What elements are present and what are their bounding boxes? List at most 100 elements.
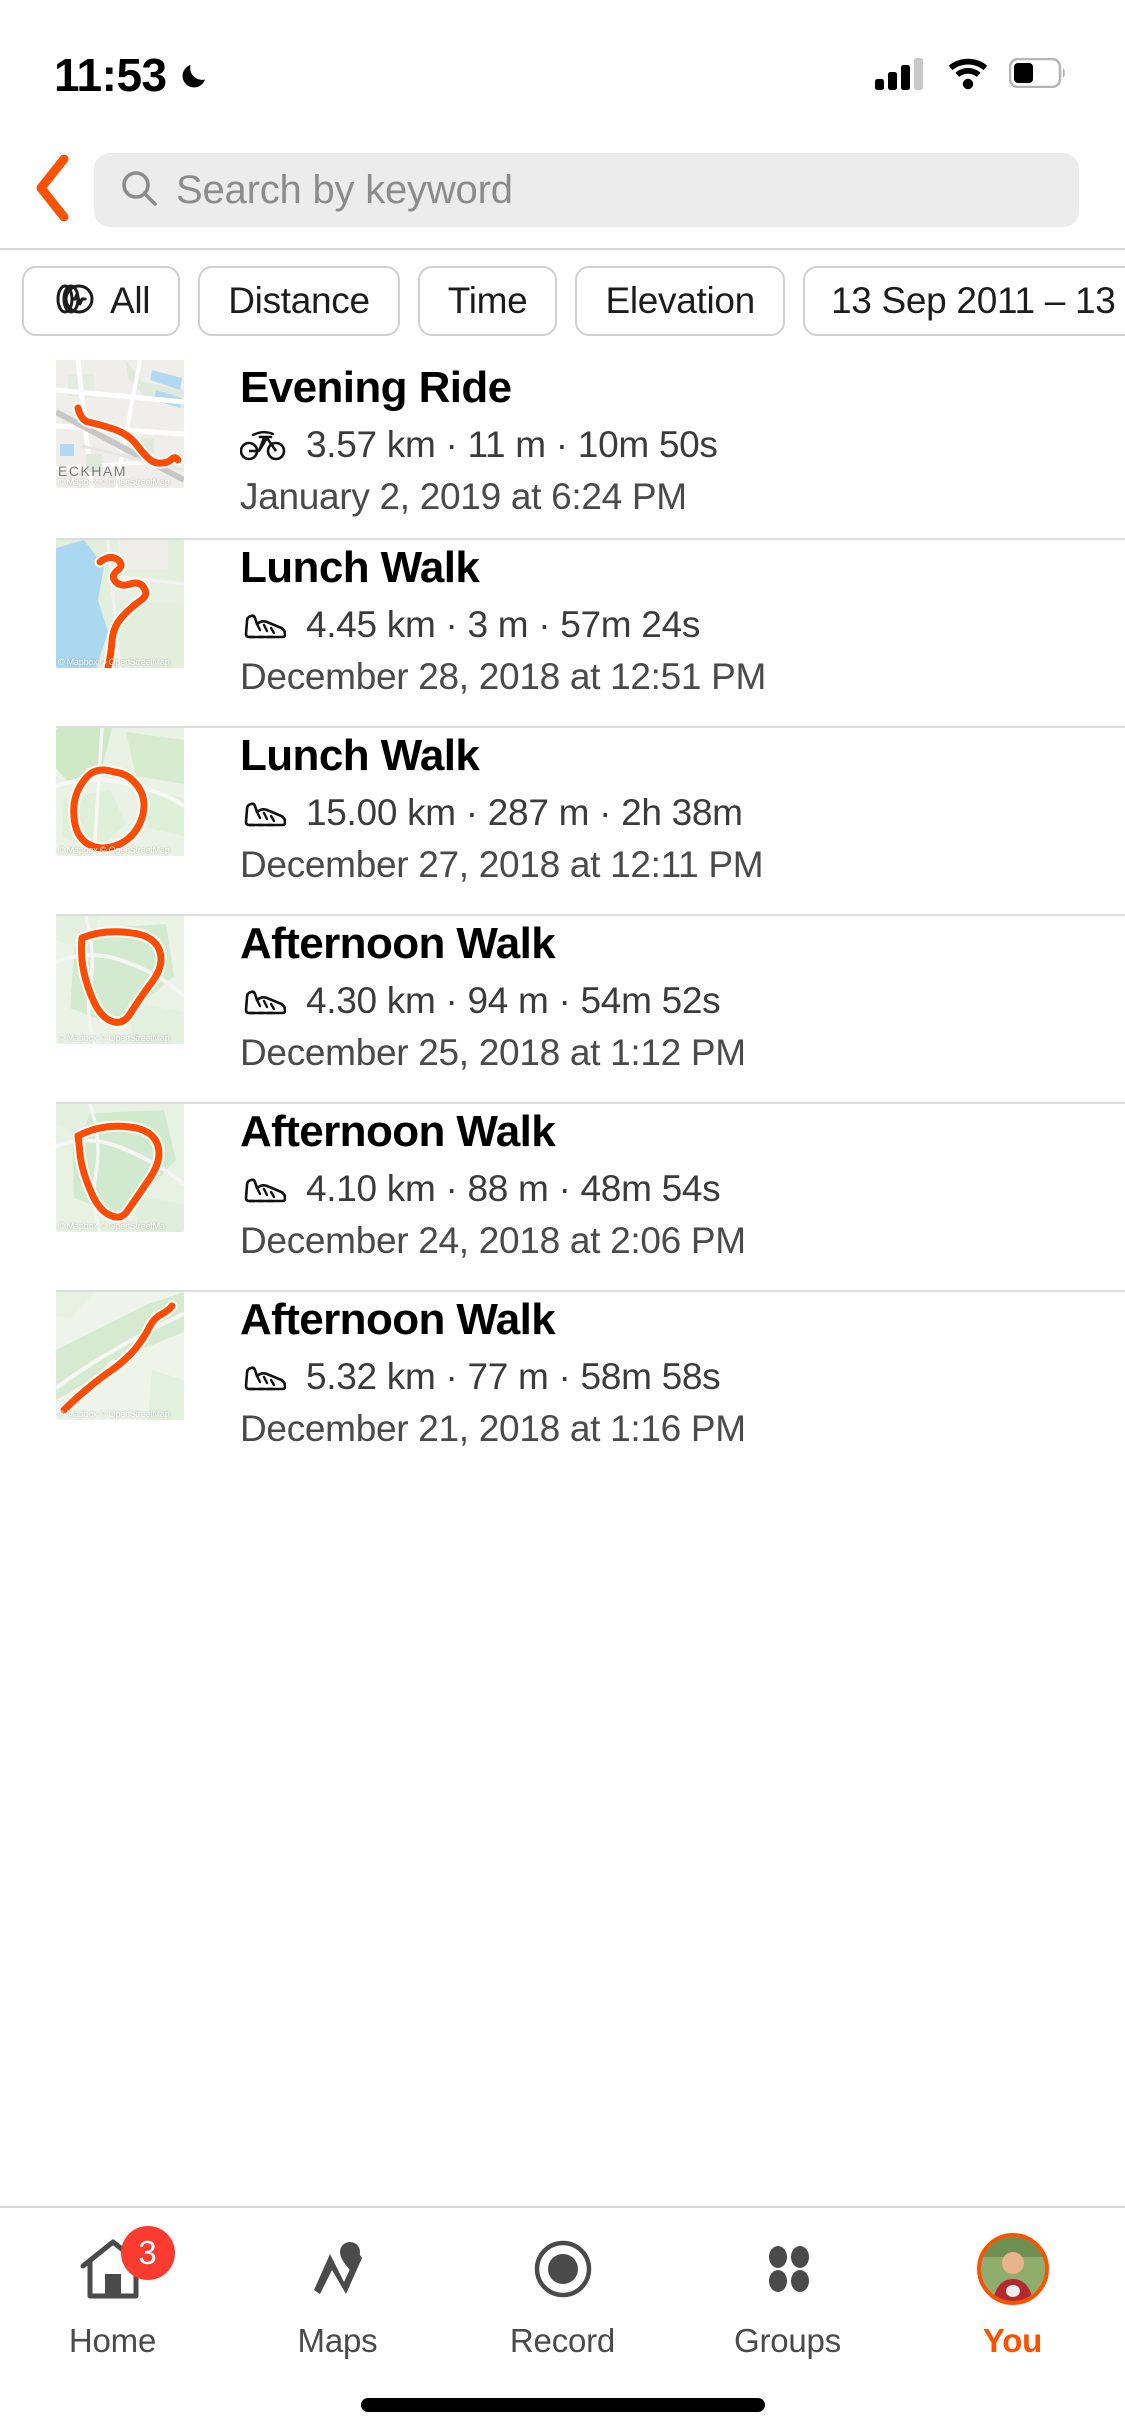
activity-date: December 21, 2018 at 1:16 PM (240, 1407, 746, 1449)
shoe-icon (240, 796, 286, 830)
tab-home[interactable]: 3 Home (0, 2226, 225, 2360)
app-screen: 11:53 Search by keyword All Distance Tim… (0, 0, 1125, 2436)
activity-title: Afternoon Walk (240, 919, 556, 968)
activity-info: Lunch Walk 4.45 km · 3 m · 57m 24s Decem… (184, 540, 1125, 698)
shoe-icon (240, 1172, 286, 1206)
activity-row[interactable]: ECKHAM © Mapbox © OpenStreetMap Evening … (0, 352, 1125, 538)
search-header: Search by keyword (0, 132, 1125, 248)
activity-date: December 25, 2018 at 1:12 PM (240, 1031, 746, 1073)
activity-stats: 15.00 km · 287 m · 2h 38m (240, 792, 1125, 834)
tab-maps-label: Maps (297, 2322, 378, 2359)
crescent-moon-icon (179, 58, 213, 92)
activity-stats: 3.57 km · 11 m · 10m 50s (240, 424, 1125, 466)
status-bar-right (875, 38, 1067, 95)
activity-title: Evening Ride (240, 363, 512, 412)
status-bar: 11:53 (0, 0, 1125, 132)
activity-stats-text: 4.45 km · 3 m · 57m 24s (306, 603, 701, 645)
activity-title: Afternoon Walk (240, 1107, 556, 1156)
activity-row[interactable]: © Mapbox © OpenStreetMap Afternoon Walk … (0, 916, 1125, 1102)
activity-info: Afternoon Walk 4.10 km · 88 m · 48m 54s … (184, 1104, 1125, 1262)
activity-type-icon (52, 277, 96, 326)
map-attribution: © Mapbox © OpenStreetMap (58, 477, 170, 487)
map-attribution: © Mapbox © OpenStreetMap (58, 657, 170, 667)
tab-groups-label: Groups (733, 2322, 842, 2359)
map-attribution: © Mapbox © OpenStreetMap (58, 1409, 170, 1419)
tab-you-label: You (982, 2322, 1043, 2359)
activity-info: Afternoon Walk 4.30 km · 94 m · 54m 52s … (184, 916, 1125, 1074)
tab-maps[interactable]: Maps (225, 2232, 450, 2360)
activity-title: Afternoon Walk (240, 1295, 556, 1344)
filter-chip-elevation-label: Elevation (605, 280, 755, 321)
activity-row[interactable]: © Mapbox © OpenStreetMa Afternoon Walk 4… (0, 1104, 1125, 1290)
activity-list[interactable]: ECKHAM © Mapbox © OpenStreetMap Evening … (0, 352, 1125, 2206)
avatar (976, 2232, 1049, 2306)
activity-date: December 27, 2018 at 12:11 PM (240, 843, 764, 885)
activity-date: January 2, 2019 at 6:24 PM (240, 475, 687, 517)
activity-title: Lunch Walk (240, 731, 480, 780)
status-bar-clock: 11:53 (54, 49, 167, 101)
activity-info: Evening Ride 3.57 km · 11 m · 10m 50s Ja… (184, 360, 1125, 518)
filter-chip-elevation[interactable]: Elevation (575, 266, 785, 336)
map-attribution: © Mapbox © OpenStreetMap (58, 845, 170, 855)
shoe-icon (240, 984, 286, 1018)
route-map-thumbnail: © Mapbox © OpenStreetMap (56, 540, 184, 668)
filter-chip-time-label: Time (447, 280, 528, 321)
avatar-icon (976, 2233, 1049, 2305)
activity-info: Lunch Walk 15.00 km · 287 m · 2h 38m Dec… (184, 728, 1125, 886)
record-circle-icon (525, 2232, 601, 2306)
activity-stats-text: 15.00 km · 287 m · 2h 38m (306, 791, 743, 833)
bicycle-icon (240, 428, 286, 462)
activity-stats: 4.30 km · 94 m · 54m 52s (240, 980, 1125, 1022)
activity-stats-text: 3.57 km · 11 m · 10m 50s (306, 423, 718, 465)
activity-stats-text: 4.10 km · 88 m · 48m 54s (306, 1167, 721, 1209)
tab-record-label: Record (509, 2322, 616, 2359)
activity-date: December 24, 2018 at 2:06 PM (240, 1219, 746, 1261)
activity-title: Lunch Walk (240, 543, 480, 592)
activity-stats: 4.45 km · 3 m · 57m 24s (240, 604, 1125, 646)
tab-home-label: Home (68, 2322, 157, 2359)
battery-icon (1008, 57, 1067, 93)
maps-pin-icon (300, 2232, 376, 2306)
activity-row[interactable]: © Mapbox © OpenStreetMap Afternoon Walk … (0, 1292, 1125, 1478)
activity-row[interactable]: © Mapbox © OpenStreetMap Lunch Walk 15.0… (0, 728, 1125, 914)
groups-dots-icon (750, 2232, 826, 2306)
activity-stats: 4.10 km · 88 m · 48m 54s (240, 1168, 1125, 1210)
route-map-thumbnail: © Mapbox © OpenStreetMap (56, 728, 184, 856)
search-placeholder: Search by keyword (176, 167, 513, 212)
filter-chip-all[interactable]: All (22, 266, 181, 336)
route-map-thumbnail: © Mapbox © OpenStreetMa (56, 1104, 184, 1232)
route-map-thumbnail: © Mapbox © OpenStreetMap (56, 1292, 184, 1420)
activity-info: Afternoon Walk 5.32 km · 77 m · 58m 58s … (184, 1292, 1125, 1450)
filter-chip-date-range[interactable]: 13 Sep 2011 – 13 (802, 266, 1125, 336)
shoe-icon (240, 608, 286, 642)
activity-row[interactable]: © Mapbox © OpenStreetMap Lunch Walk 4.45… (0, 540, 1125, 726)
back-button[interactable] (22, 154, 84, 226)
filter-chip-distance-label: Distance (228, 280, 370, 321)
shoe-icon (240, 1360, 286, 1394)
tab-groups[interactable]: Groups (675, 2232, 900, 2360)
chevron-left-icon (33, 154, 73, 226)
map-attribution: © Mapbox © OpenStreetMa (58, 1221, 165, 1231)
activity-date: December 28, 2018 at 12:51 PM (240, 655, 767, 697)
route-map-thumbnail: © Mapbox © OpenStreetMap (56, 916, 184, 1044)
activity-stats: 5.32 km · 77 m · 58m 58s (240, 1356, 1125, 1398)
filter-chip-row[interactable]: All Distance Time Elevation 13 Sep 2011 … (0, 250, 1125, 352)
map-attribution: © Mapbox © OpenStreetMap (58, 1033, 170, 1043)
tab-record[interactable]: Record (450, 2232, 675, 2360)
activity-stats-text: 5.32 km · 77 m · 58m 58s (306, 1355, 721, 1397)
filter-chip-time[interactable]: Time (417, 266, 558, 336)
search-icon (120, 169, 158, 212)
tab-you[interactable]: You (900, 2232, 1125, 2360)
home-indicator[interactable] (360, 2398, 765, 2412)
status-bar-left: 11:53 (54, 30, 213, 102)
activity-stats-text: 4.30 km · 94 m · 54m 52s (306, 979, 721, 1021)
search-input[interactable]: Search by keyword (94, 153, 1079, 227)
home-badge: 3 (120, 2226, 175, 2280)
filter-chip-all-label: All (110, 280, 151, 321)
home-icon: 3 (75, 2226, 175, 2306)
cellular-signal-icon (875, 56, 927, 95)
route-map-thumbnail: ECKHAM © Mapbox © OpenStreetMap (56, 360, 184, 488)
filter-chip-date-range-label: 13 Sep 2011 – 13 (830, 280, 1116, 321)
filter-chip-distance[interactable]: Distance (198, 266, 400, 336)
wifi-icon (945, 56, 991, 95)
